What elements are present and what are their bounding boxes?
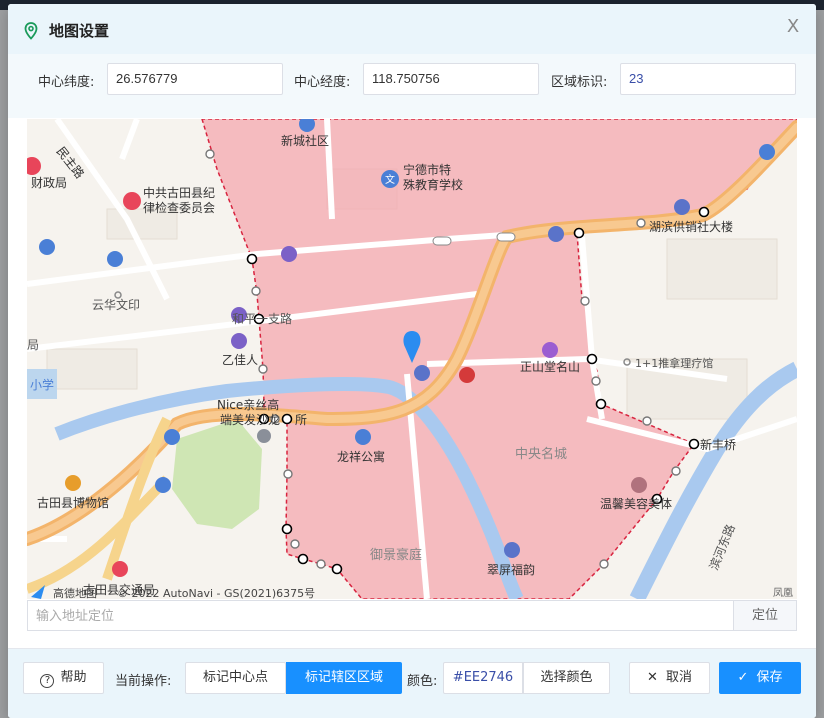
map-brand: 高德地图 xyxy=(53,586,97,599)
help-button-label: 帮助 xyxy=(60,670,87,685)
map-label-tuina: 1+1推拿理疗馆 xyxy=(635,356,713,370)
map-label-nice-1: Nice亲丝高 xyxy=(217,397,279,412)
map-label-wenxin: 温馨美容美体 xyxy=(600,496,672,511)
mark-center-button[interactable]: 标记中心点 xyxy=(185,662,286,694)
color-value-input[interactable]: #EE2746 xyxy=(443,662,523,694)
map-canvas[interactable]: 文 新城社区 民主路 财政局 中共古田县纪 律检查委员会 宁德市特 殊教育学校 … xyxy=(27,119,797,599)
map-label-xinfeng: 新丰桥 xyxy=(700,437,736,452)
map-settings-dialog: 地图设置 X 中心纬度: 26.576779 中心经度: 118.750756 … xyxy=(8,4,816,718)
map-label-bowuguan: 古田县博物馆 xyxy=(37,495,109,510)
locate-button[interactable]: 定位 xyxy=(733,600,797,631)
map-label-yunhua: 云华文印 xyxy=(92,297,140,312)
latitude-label: 中心纬度: xyxy=(38,75,95,90)
address-search-input[interactable]: 输入地址定位 xyxy=(27,600,733,631)
longitude-input[interactable]: 118.750756 xyxy=(363,63,539,95)
map-label-xincheng: 新城社区 xyxy=(281,133,329,148)
area-id-label: 区域标识: xyxy=(551,75,608,90)
map-label-yijia: 乙佳人 xyxy=(222,353,258,367)
map-label-cuiping: 翠屏福韵 xyxy=(487,562,535,577)
check-icon: ✓ xyxy=(737,670,749,685)
area-id-input[interactable]: 23 xyxy=(620,63,796,95)
x-icon: ✕ xyxy=(647,670,658,685)
map-label-nice-2: 端美发沙龙 xyxy=(220,412,280,427)
pick-color-button[interactable]: 选择颜色 xyxy=(523,662,610,694)
map-label-teshu-1: 宁德市特 xyxy=(403,162,451,177)
dialog-title: 地图设置 xyxy=(49,22,110,40)
cancel-button[interactable]: ✕ 取消 xyxy=(629,662,710,694)
map-label-jiwei-1: 中共古田县纪 xyxy=(143,185,215,200)
cancel-button-label: 取消 xyxy=(665,670,692,685)
map-label-jiwei-2: 律检查委员会 xyxy=(143,200,215,215)
map-label-gongxiao: 湖滨供销社大楼 xyxy=(649,219,733,234)
map-label-xue: 小学 xyxy=(30,377,54,392)
close-icon[interactable]: X xyxy=(784,18,802,36)
dialog-header: 地图设置 X xyxy=(8,4,816,54)
longitude-label: 中心经度: xyxy=(294,75,351,90)
map-label-zhengshan: 正山堂名山 xyxy=(520,359,580,374)
map-label-caizheng: 财政局 xyxy=(31,176,67,190)
map-label-fenghuang: 凤凰 xyxy=(773,587,793,599)
map-label-yujing: 御景豪庭 xyxy=(370,547,422,563)
latitude-input[interactable]: 26.576779 xyxy=(107,63,283,95)
color-label: 颜色: xyxy=(407,674,438,689)
map-pin-icon xyxy=(24,22,38,40)
svg-text:文: 文 xyxy=(385,173,395,186)
map-label-longxiang: 龙祥公寓 xyxy=(337,449,385,464)
map-label-teshu-2: 殊教育学校 xyxy=(403,177,463,192)
map-copyright: © 2022 AutoNavi - GS(2021)6375号 xyxy=(117,587,315,599)
save-button-label: 保存 xyxy=(756,670,783,685)
map-label-zhongyang: 中央名城 xyxy=(515,446,567,462)
map-label-ju: 局 xyxy=(27,338,39,352)
mark-area-button[interactable]: 标记辖区区域 xyxy=(286,662,402,694)
map-label-suo: 所 xyxy=(295,413,307,427)
save-button[interactable]: ✓ 保存 xyxy=(719,662,801,694)
current-mode-label: 当前操作: xyxy=(115,674,172,689)
question-circle-icon: ? xyxy=(40,674,55,688)
help-button[interactable]: ? 帮助 xyxy=(23,662,104,694)
map-label-heping: 和平一支路 xyxy=(232,311,292,326)
